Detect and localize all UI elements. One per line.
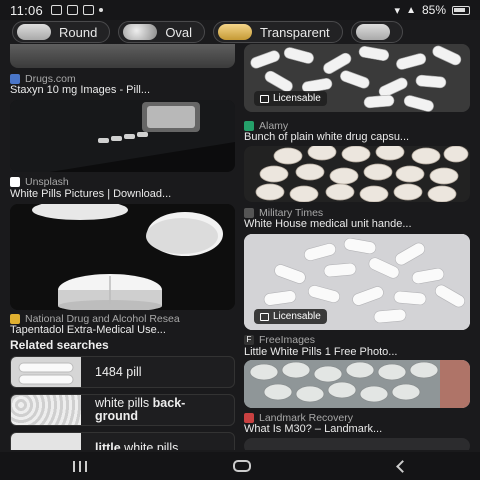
result-source: Unsplash: [10, 176, 69, 188]
unsplash-favicon-icon: [10, 177, 20, 187]
result-image[interactable]: [244, 360, 470, 408]
wifi-icon: ▾: [394, 4, 401, 17]
pill-thumbnail: [355, 24, 390, 40]
licensable-badge: Licensable: [254, 309, 327, 324]
battery-text: 85%: [421, 3, 446, 17]
licensable-badge: Licensable: [254, 91, 327, 106]
result-image[interactable]: [10, 100, 235, 172]
gallery-icon: [51, 5, 63, 15]
filter-chips: Round Oval Transparent: [0, 20, 480, 44]
freeimages-favicon-icon: F: [244, 335, 254, 345]
recents-icon[interactable]: [73, 460, 88, 472]
status-time: 11:06: [10, 2, 44, 18]
signal-icon: ▲: [406, 4, 416, 16]
transparent-pill-thumbnail: [218, 24, 253, 40]
result-image[interactable]: [244, 438, 470, 450]
result-title: Tapentadol Extra-Medical Use...: [10, 324, 166, 336]
military-times-favicon-icon: [244, 208, 254, 218]
result-image[interactable]: Licensable: [244, 234, 470, 330]
round-scored-pills-image: [244, 146, 470, 202]
status-right: ▾ ▲ 85%: [395, 3, 470, 17]
related-thumbnail: [11, 357, 81, 387]
chip-label: Oval: [165, 24, 193, 40]
status-bar: 11:06 ▾ ▲ 85%: [0, 0, 480, 20]
result-image[interactable]: [244, 146, 470, 202]
large-white-pills-image: [10, 204, 235, 310]
result-title: Little White Pills 1 Free Photo...: [244, 346, 398, 358]
result-title: Bunch of plain white drug capsu...: [244, 131, 410, 143]
image-license-icon: [260, 312, 269, 321]
drugs-com-favicon-icon: [10, 74, 20, 84]
results-column-right: Licensable Alamy Bunch of plain white dr…: [244, 44, 470, 450]
result-title: What Is M30? – Landmark...: [244, 423, 383, 435]
oval-pill-thumbnail: [123, 24, 158, 40]
more-notifications-dot-icon: [99, 8, 104, 12]
result-title: Staxyn 10 mg Images - Pill...: [10, 84, 150, 96]
related-search-item[interactable]: 1484 pill: [10, 356, 235, 388]
result-image[interactable]: [10, 204, 235, 310]
related-search-text: white pills back-ground: [95, 396, 186, 423]
alamy-favicon-icon: [244, 121, 254, 131]
chip-round[interactable]: Round: [12, 21, 111, 43]
results-column-left: Drugs.com Staxyn 10 mg Images - Pill... …: [10, 44, 235, 450]
battery-icon: [452, 5, 470, 15]
image-license-icon: [260, 94, 269, 103]
ndarc-favicon-icon: [10, 314, 20, 324]
round-pill-thumbnail: [17, 24, 51, 40]
result-image[interactable]: [10, 44, 235, 68]
related-search-text: little white pills: [95, 440, 179, 450]
chip-label: Transparent: [260, 24, 330, 40]
result-source: F FreeImages: [244, 334, 315, 346]
chip-oval[interactable]: Oval: [118, 21, 206, 43]
related-searches-heading: Related searches: [10, 338, 109, 352]
related-search-item[interactable]: little white pills: [10, 432, 235, 450]
related-thumbnail: [11, 395, 81, 425]
chip-label: Round: [59, 24, 98, 40]
pills-on-dark-table-image: [10, 100, 235, 172]
chip-transparent[interactable]: Transparent: [213, 21, 343, 43]
result-title: White House medical unit hande...: [244, 218, 412, 230]
related-search-text: 1484 pill: [95, 364, 142, 379]
landmark-recovery-favicon-icon: [244, 413, 254, 423]
result-image[interactable]: Licensable: [244, 44, 470, 112]
photo-icon: [67, 5, 79, 15]
related-search-item[interactable]: white pills back-ground: [10, 394, 235, 426]
back-icon[interactable]: [395, 459, 409, 473]
result-title: White Pills Pictures | Download...: [10, 188, 172, 200]
home-icon[interactable]: [233, 460, 252, 472]
instagram-icon: [83, 5, 95, 15]
notification-icons: [51, 5, 104, 15]
chip-more[interactable]: [350, 21, 403, 43]
related-thumbnail: [11, 433, 81, 450]
m30-pills-image: [244, 360, 470, 408]
android-navigation-bar: [0, 452, 480, 480]
